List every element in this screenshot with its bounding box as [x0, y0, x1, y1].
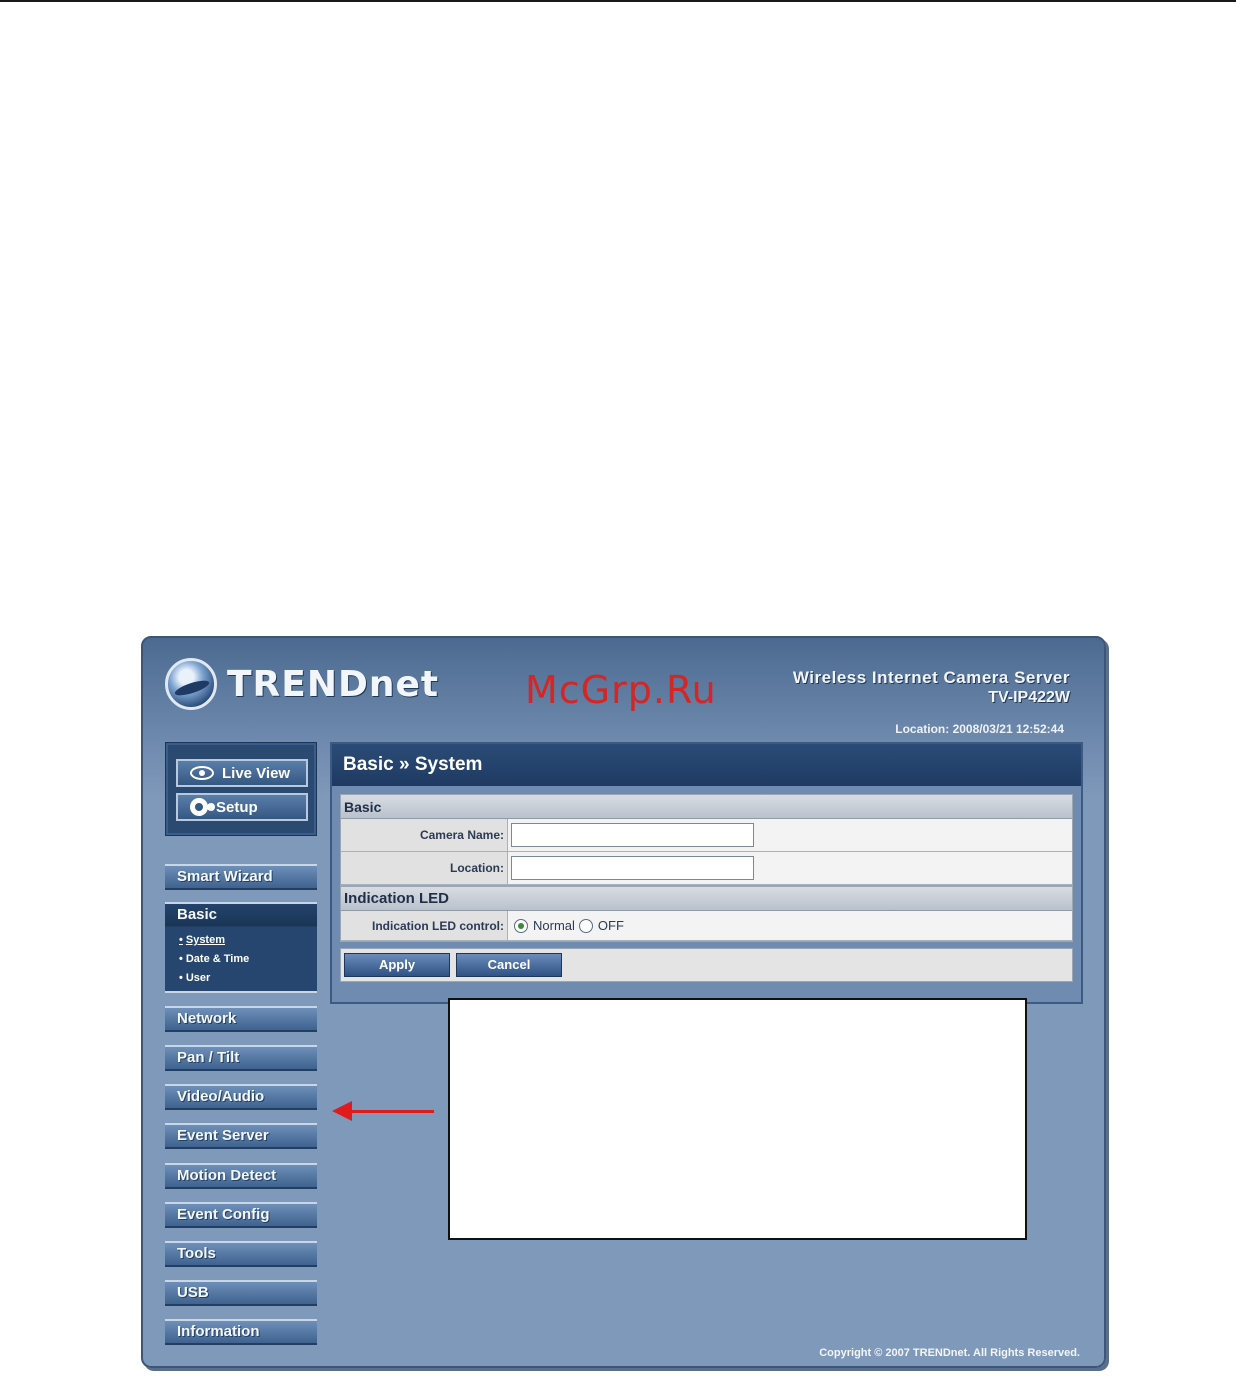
watermark-text: McGrp.Ru: [525, 668, 717, 712]
led-normal-label: Normal: [533, 918, 575, 933]
nav-network[interactable]: Network: [165, 1006, 317, 1032]
nav-event-server[interactable]: Event Server: [165, 1123, 317, 1149]
camera-name-input[interactable]: [511, 823, 754, 847]
nav-pan-tilt[interactable]: Pan / Tilt: [165, 1045, 317, 1071]
setup-button[interactable]: Setup: [176, 793, 308, 821]
product-info: Wireless Internet Camera Server TV-IP422…: [793, 668, 1070, 707]
camera-name-label: Camera Name:: [341, 819, 508, 851]
led-normal-radio[interactable]: [514, 918, 528, 933]
eye-icon: [190, 766, 214, 780]
annotation-arrow-line: [350, 1110, 434, 1113]
nav-usb[interactable]: USB: [165, 1280, 317, 1306]
subnav-date-time[interactable]: • Date & Time: [179, 950, 317, 969]
apply-button[interactable]: Apply: [344, 953, 450, 977]
logo-text: TRENDnet: [227, 663, 440, 705]
led-off-radio[interactable]: [578, 918, 593, 933]
nav-event-config[interactable]: Event Config: [165, 1202, 317, 1228]
subnav-system[interactable]: • System: [179, 931, 317, 950]
nav-information[interactable]: Information: [165, 1319, 317, 1345]
nav-motion-detect[interactable]: Motion Detect: [165, 1163, 317, 1189]
nav-basic[interactable]: Basic: [165, 902, 317, 928]
led-control-row: Indication LED control: Normal OFF: [341, 911, 1072, 941]
camera-name-row: Camera Name:: [341, 819, 1072, 852]
led-section-header: Indication LED: [341, 887, 1072, 911]
led-radio-group: Normal OFF: [514, 918, 624, 933]
live-view-button[interactable]: Live View: [176, 759, 308, 787]
arrow-left-icon: [332, 1101, 352, 1121]
location-label: Location:: [341, 852, 508, 884]
nav-smart-wizard[interactable]: Smart Wizard: [165, 864, 317, 890]
action-bar: Apply Cancel: [340, 948, 1073, 982]
copyright-text: Copyright © 2007 TRENDnet. All Rights Re…: [819, 1347, 1080, 1359]
product-model: TV-IP422W: [988, 689, 1070, 706]
location-row: Location:: [341, 852, 1072, 885]
location-timestamp: Location: 2008/03/21 12:52:44: [895, 722, 1064, 736]
page-title: Basic » System: [332, 744, 1081, 786]
view-mode-box: Live View Setup: [165, 742, 317, 836]
nav-video-audio[interactable]: Video/Audio: [165, 1084, 317, 1110]
setup-label: Setup: [216, 798, 258, 816]
led-control-label: Indication LED control:: [341, 911, 508, 940]
basic-section: Basic Camera Name: Location:: [340, 794, 1073, 886]
nav-tools[interactable]: Tools: [165, 1241, 317, 1267]
app-header: TRENDnet McGrp.Ru Wireless Internet Came…: [143, 638, 1104, 738]
gear-icon: [190, 798, 208, 816]
live-view-label: Live View: [222, 764, 291, 782]
annotation-callout-box: [448, 998, 1027, 1240]
trendnet-logo: TRENDnet: [165, 658, 439, 710]
indication-led-section: Indication LED Indication LED control: N…: [340, 886, 1073, 942]
subnav-user[interactable]: • User: [179, 969, 317, 988]
settings-panel: Basic » System Basic Camera Name: Locati…: [330, 742, 1083, 1004]
product-name: Wireless Internet Camera Server: [792, 668, 1070, 687]
trendnet-logo-icon: [165, 658, 217, 710]
cancel-button[interactable]: Cancel: [456, 953, 562, 977]
page-top-rule: [0, 0, 1236, 2]
basic-subnav: • System • Date & Time • User: [165, 927, 317, 993]
location-input[interactable]: [511, 856, 754, 880]
basic-section-header: Basic: [341, 795, 1072, 819]
led-off-label: OFF: [597, 918, 624, 933]
